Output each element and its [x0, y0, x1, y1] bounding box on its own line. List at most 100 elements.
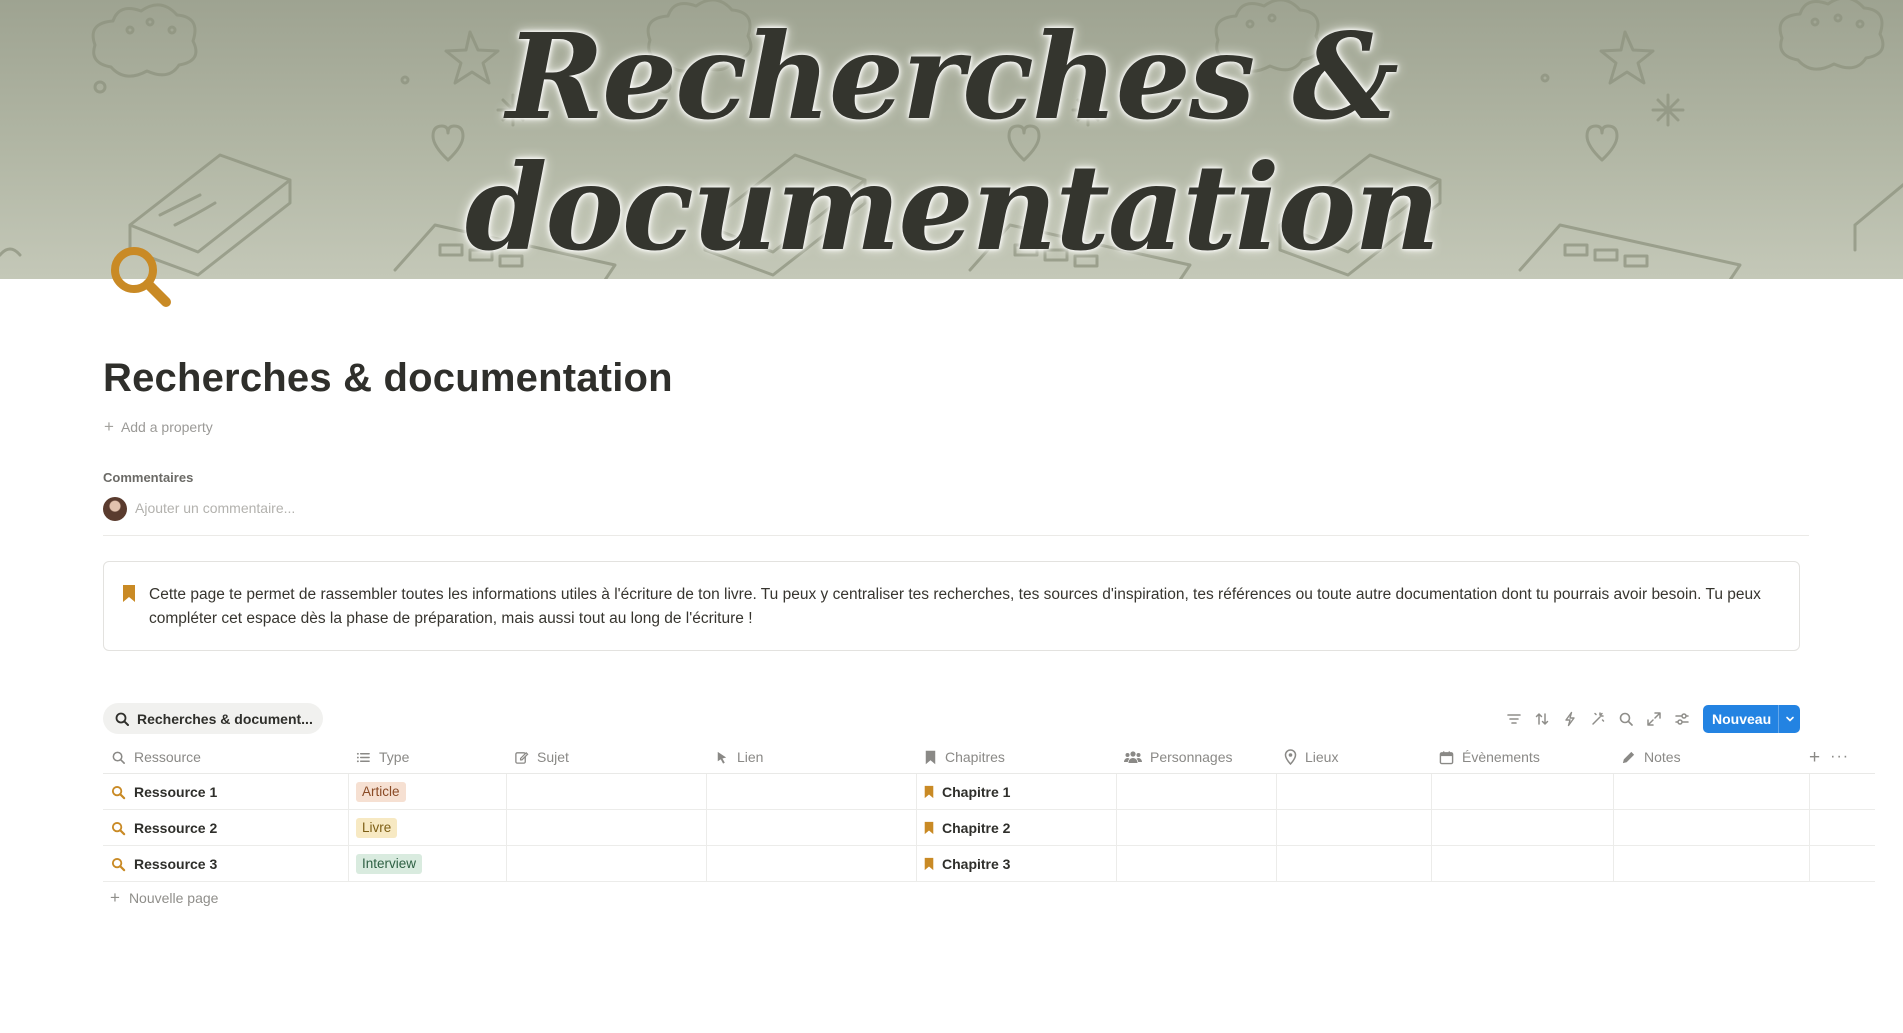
notes-cell[interactable] [1613, 810, 1809, 846]
chapters-cell[interactable]: Chapitre 1 [916, 774, 1116, 810]
events-cell[interactable] [1431, 810, 1613, 846]
pencil-icon [1622, 751, 1635, 763]
expand-button[interactable] [1640, 705, 1668, 733]
callout-text[interactable]: Cette page te permet de rassembler toute… [149, 583, 1769, 631]
people-icon [1124, 750, 1142, 763]
column-header-ressource[interactable]: Ressource [103, 740, 348, 774]
sort-icon [1535, 713, 1549, 725]
column-label: Évènements [1462, 749, 1540, 765]
type-tag: Livre [356, 818, 398, 838]
sort-button[interactable] [1528, 705, 1556, 733]
search-button[interactable] [1612, 705, 1640, 733]
more-options-button[interactable]: ··· [1830, 748, 1849, 766]
magnifying-glass-icon [111, 821, 126, 835]
list-icon [356, 752, 370, 762]
magnifying-glass-icon [111, 857, 126, 871]
subject-cell[interactable] [506, 810, 706, 846]
customize-icon [1592, 712, 1605, 725]
characters-cell[interactable] [1116, 846, 1276, 882]
automation-icon [1565, 711, 1575, 727]
places-cell[interactable] [1276, 810, 1431, 846]
table-header: Ressource Type Sujet Lien Chapitres Pers… [103, 740, 1875, 774]
column-label: Chapitres [945, 749, 1005, 765]
bookmark-icon [924, 857, 934, 871]
link-cell[interactable] [706, 846, 916, 882]
notes-cell[interactable] [1613, 774, 1809, 810]
type-cell[interactable]: Livre [348, 810, 506, 846]
subject-cell[interactable] [506, 846, 706, 882]
plus-icon: + [1809, 746, 1821, 768]
places-cell[interactable] [1276, 846, 1431, 882]
add-property-button[interactable]: + Add a property [104, 417, 213, 436]
page-icon[interactable] [108, 244, 174, 310]
column-label: Lien [737, 749, 764, 765]
column-header-sujet[interactable]: Sujet [506, 740, 706, 774]
page-cover[interactable]: Recherches & documentation [0, 0, 1903, 279]
column-label: Personnages [1150, 749, 1233, 765]
new-page-label: Nouvelle page [128, 890, 219, 906]
column-label: Type [379, 749, 410, 765]
column-header-lien[interactable]: Lien [706, 740, 916, 774]
search-icon [1619, 712, 1633, 726]
database-view-label: Recherches & document... [137, 710, 313, 727]
resource-cell[interactable]: Ressource 1 [103, 774, 348, 810]
events-cell[interactable] [1431, 846, 1613, 882]
automation-button[interactable] [1556, 705, 1584, 733]
new-button-dropdown[interactable] [1779, 705, 1800, 733]
chapter-link[interactable]: Chapitre 2 [924, 820, 1010, 836]
database-view-tab[interactable]: Recherches & document... [103, 703, 323, 734]
link-cell[interactable] [706, 810, 916, 846]
edit-icon [515, 751, 529, 764]
filter-button[interactable] [1500, 705, 1528, 733]
characters-cell[interactable] [1116, 810, 1276, 846]
column-header-personnages[interactable]: Personnages [1116, 740, 1276, 774]
type-cell[interactable]: Article [348, 774, 506, 810]
expand-icon [1647, 712, 1661, 726]
database-toolbar [1500, 705, 1696, 733]
resource-title: Ressource 2 [134, 820, 218, 836]
comment-input[interactable]: Ajouter un commentaire... [135, 500, 295, 516]
avatar [103, 497, 127, 521]
chapters-cell[interactable]: Chapitre 2 [916, 810, 1116, 846]
column-label: Sujet [537, 749, 569, 765]
resource-cell[interactable]: Ressource 2 [103, 810, 348, 846]
chapter-link[interactable]: Chapitre 1 [924, 784, 1010, 800]
add-column-button[interactable]: + [1809, 748, 1820, 767]
new-button-label[interactable]: Nouveau [1703, 711, 1778, 727]
column-header-lieux[interactable]: Lieux [1276, 740, 1431, 774]
cover-title-line2: documentation [464, 138, 1440, 277]
column-header-type[interactable]: Type [348, 740, 506, 774]
magnifying-glass-icon [111, 247, 171, 307]
chapter-title: Chapitre 2 [942, 820, 1011, 836]
column-header-chapitres[interactable]: Chapitres [916, 740, 1116, 774]
filter-icon [1507, 714, 1521, 724]
column-label: Ressource [134, 749, 201, 765]
type-cell[interactable]: Interview [348, 846, 506, 882]
bookmark-icon [925, 750, 936, 764]
chapters-cell[interactable]: Chapitre 3 [916, 846, 1116, 882]
notes-cell[interactable] [1613, 846, 1809, 882]
column-header-evenements[interactable]: Évènements [1431, 740, 1613, 774]
page-title[interactable]: Recherches & documentation [103, 356, 673, 401]
pin-icon [1284, 749, 1297, 765]
link-cell[interactable] [706, 774, 916, 810]
places-cell[interactable] [1276, 774, 1431, 810]
customize-button[interactable] [1584, 705, 1612, 733]
chevron-down-icon [1785, 716, 1794, 722]
header-actions: + ··· [1809, 740, 1849, 774]
search-icon [115, 712, 129, 726]
divider [103, 535, 1809, 536]
bookmark-icon [924, 785, 934, 799]
subject-cell[interactable] [506, 774, 706, 810]
events-cell[interactable] [1431, 774, 1613, 810]
column-header-notes[interactable]: Notes [1613, 740, 1809, 774]
settings-icon [1675, 713, 1689, 725]
settings-button[interactable] [1668, 705, 1696, 733]
new-page-button[interactable]: + Nouvelle page [110, 889, 219, 906]
characters-cell[interactable] [1116, 774, 1276, 810]
callout: Cette page te permet de rassembler toute… [103, 561, 1800, 651]
bookmark-icon [924, 821, 934, 835]
resource-cell[interactable]: Ressource 3 [103, 846, 348, 882]
chapter-link[interactable]: Chapitre 3 [924, 856, 1010, 872]
plus-icon: + [104, 417, 114, 436]
